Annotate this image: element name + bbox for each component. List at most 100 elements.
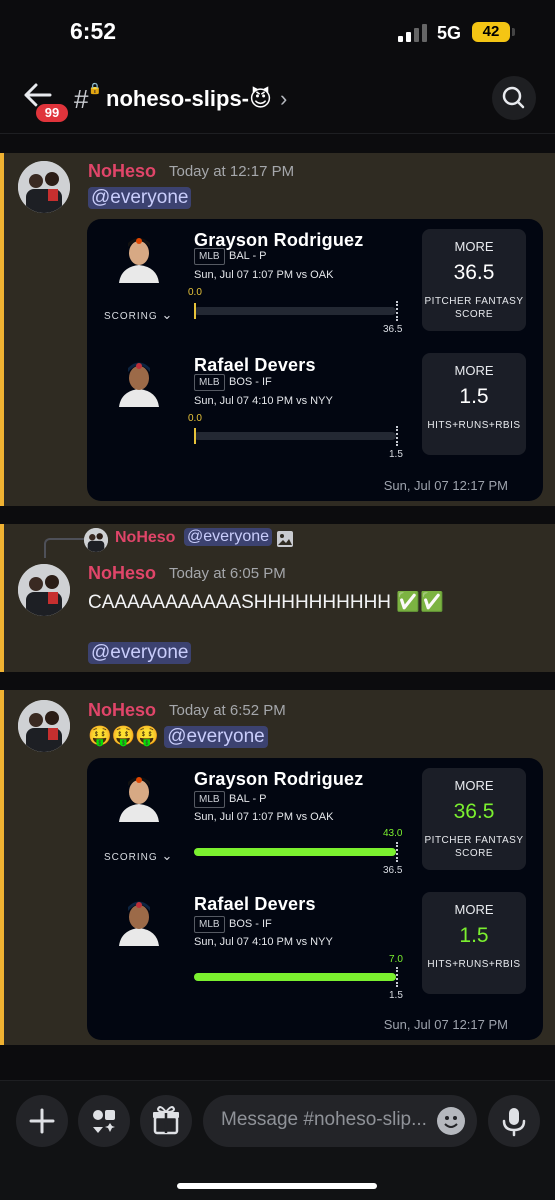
pick-line: 1.5 [459, 924, 489, 947]
message-composer: Message #noheso-slip... [0, 1080, 555, 1200]
progress-bar [194, 842, 398, 862]
signal-icon [398, 24, 428, 42]
player-team: BAL - P [229, 250, 267, 262]
game-info: Sun, Jul 07 4:10 PM vs NYY [194, 395, 333, 407]
message-username[interactable]: NoHeso [88, 563, 156, 584]
channel-title[interactable]: noheso-slips-😈 [106, 86, 272, 112]
scoring-label: SCORING [104, 311, 158, 322]
message-username[interactable]: NoHeso [88, 700, 156, 721]
player-name: Grayson Rodriguez [194, 769, 364, 789]
network-label: 5G [437, 23, 462, 43]
pick-line: 36.5 [453, 261, 495, 284]
money-face-emojis: 🤑🤑🤑 [88, 726, 159, 747]
message-placeholder: Message #noheso-slip... [221, 1109, 427, 1130]
scoring-toggle[interactable]: SCORING ⌄ [104, 848, 173, 864]
channel-hash-icon: # [74, 84, 89, 114]
message-2[interactable]: NoHeso @everyone NoHeso Today at 6:05 PM… [0, 524, 555, 672]
pick-line: 1.5 [459, 385, 489, 408]
pick-direction: MORE [454, 239, 494, 254]
reply-avatar[interactable] [84, 528, 108, 552]
line-label: 36.5 [383, 324, 403, 335]
everyone-mention: @everyone [184, 528, 273, 546]
everyone-mention[interactable]: @everyone [88, 187, 192, 209]
battery-tip [512, 28, 515, 36]
pick-direction: MORE [454, 778, 494, 793]
progress-bar [194, 426, 398, 446]
slip-date: Sun, Jul 07 12:17 PM [383, 1017, 508, 1032]
avatar[interactable] [18, 161, 70, 213]
message-divider [0, 506, 555, 524]
chevron-down-icon: ⌄ [161, 307, 174, 322]
pick-box[interactable]: MORE 1.5 HITS+RUNS+RBIS [422, 353, 526, 455]
pick-stat: HITS+RUNS+RBIS [427, 420, 521, 431]
player-name: Rafael Devers [194, 894, 316, 914]
progress-bar [194, 301, 398, 321]
line-label: 1.5 [389, 449, 403, 460]
apps-button[interactable] [78, 1095, 130, 1147]
channel-header: 99 # 🔒 noheso-slips-😈 › [0, 64, 555, 134]
search-icon [502, 86, 525, 109]
message-timestamp: Today at 6:05 PM [169, 565, 286, 582]
gift-button[interactable] [140, 1095, 192, 1147]
chevron-right-icon[interactable]: › [280, 86, 287, 112]
status-time: 6:52 [70, 18, 117, 44]
league-badge: MLB [194, 791, 225, 808]
progress-bar [194, 967, 398, 987]
current-value: 0.0 [188, 287, 202, 298]
scoring-toggle[interactable]: SCORING ⌄ [104, 307, 173, 323]
message-username[interactable]: NoHeso [88, 161, 156, 182]
message-1[interactable]: NoHeso Today at 12:17 PM @everyone Grays… [0, 153, 555, 506]
message-text: CAAAAAAAAAAASHHHHHHHHHH ✅✅ [88, 592, 444, 613]
player-team: BAL - P [229, 793, 267, 805]
slip-card[interactable]: Grayson Rodriguez MLB BAL - P Sun, Jul 0… [87, 758, 543, 1040]
player-headshot [111, 770, 167, 822]
player-headshot [111, 231, 167, 283]
line-marker [396, 842, 398, 862]
current-value: 43.0 [383, 828, 403, 839]
scoring-label: SCORING [104, 852, 158, 863]
search-button[interactable] [492, 76, 536, 120]
reply-connector [44, 538, 84, 558]
pick-line: 36.5 [453, 800, 495, 823]
voice-message-button[interactable] [488, 1095, 540, 1147]
game-info: Sun, Jul 07 4:10 PM vs NYY [194, 936, 333, 948]
start-marker [194, 428, 196, 444]
reply-username[interactable]: NoHeso [115, 529, 175, 547]
pick-row: Rafael Devers MLB BOS - IF Sun, Jul 07 4… [87, 345, 543, 465]
line-marker [396, 967, 398, 987]
gift-icon [153, 1106, 179, 1135]
microphone-icon [502, 1108, 526, 1137]
player-team: BOS - IF [229, 918, 272, 930]
line-marker [396, 426, 398, 446]
line-label: 1.5 [389, 990, 403, 1001]
pick-box[interactable]: MORE 36.5 PITCHER FANTASY SCORE [422, 229, 526, 331]
message-3[interactable]: NoHeso Today at 6:52 PM 🤑🤑🤑 @everyone Gr… [0, 690, 555, 1045]
player-headshot [111, 894, 167, 946]
pick-box[interactable]: MORE 1.5 HITS+RUNS+RBIS [422, 892, 526, 994]
current-value: 0.0 [188, 413, 202, 424]
pick-stat: HITS+RUNS+RBIS [427, 959, 521, 970]
message-timestamp: Today at 6:52 PM [169, 702, 286, 719]
message-input[interactable]: Message #noheso-slip... [203, 1095, 477, 1147]
message-timestamp: Today at 12:17 PM [169, 163, 295, 180]
player-team: BOS - IF [229, 376, 272, 388]
reply-preview-text[interactable]: @everyone [184, 528, 273, 546]
plus-icon [29, 1108, 55, 1134]
player-headshot [111, 355, 167, 407]
emoji-picker-icon[interactable] [437, 1107, 465, 1135]
player-name: Rafael Devers [194, 355, 316, 375]
battery-icon: 42 [472, 22, 510, 42]
add-attachment-button[interactable] [16, 1095, 68, 1147]
everyone-mention[interactable]: @everyone [88, 642, 192, 664]
avatar[interactable] [18, 564, 70, 616]
progress-fill [194, 973, 396, 981]
everyone-mention[interactable]: @everyone [164, 726, 268, 748]
pick-stat: PITCHER FANTASY SCORE [424, 835, 524, 859]
pick-box[interactable]: MORE 36.5 PITCHER FANTASY SCORE [422, 768, 526, 870]
image-icon [277, 531, 293, 547]
slip-card[interactable]: Grayson Rodriguez MLB BAL - P Sun, Jul 0… [87, 219, 543, 501]
league-badge: MLB [194, 248, 225, 265]
avatar[interactable] [18, 700, 70, 752]
game-info: Sun, Jul 07 1:07 PM vs OAK [194, 811, 334, 823]
league-badge: MLB [194, 916, 225, 933]
